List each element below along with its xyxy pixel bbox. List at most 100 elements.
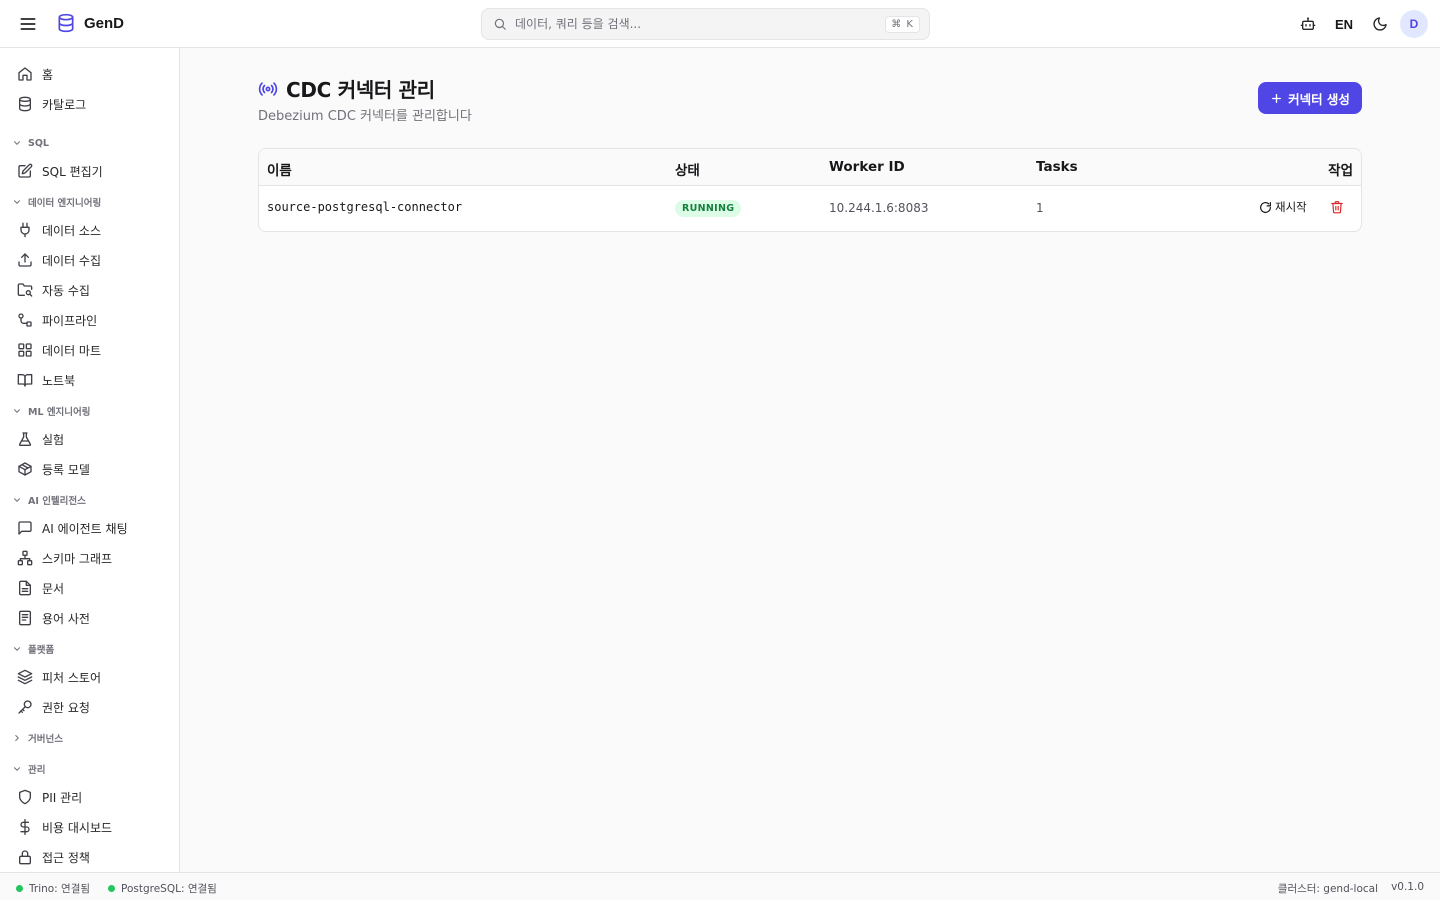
- flask-icon: [18, 432, 32, 446]
- dollar-icon: [20, 819, 30, 835]
- sidebar-item-pii-management[interactable]: PII 관리: [8, 783, 171, 811]
- shield-icon: [19, 789, 31, 805]
- section-title: 거버넌스: [28, 734, 63, 745]
- sidebar-item-label: 피처 스토어: [42, 670, 102, 685]
- key-icon: [18, 700, 32, 714]
- top-header: GenD ⌘ K EN D: [0, 0, 1440, 48]
- user-avatar[interactable]: D: [1400, 10, 1428, 38]
- sidebar-item-label: 비용 대시보드: [42, 820, 113, 835]
- sidebar-item-notebook[interactable]: 노트북: [8, 366, 171, 394]
- bot-icon: [1300, 17, 1316, 30]
- sidebar-item-documents[interactable]: 문서: [8, 574, 171, 602]
- sidebar-item-data-ingestion[interactable]: 데이터 수집: [8, 246, 171, 274]
- file-text-icon: [19, 580, 31, 596]
- network-icon: [17, 550, 33, 566]
- grid-icon: [18, 343, 32, 357]
- layers-icon: [17, 669, 33, 685]
- worker-id: 10.244.1.6:8083: [829, 201, 929, 215]
- sidebar-item-catalog[interactable]: 카탈로그: [8, 90, 171, 118]
- section-ml-engineering[interactable]: ML 엔지니어링: [12, 403, 91, 419]
- sidebar: 홈 카탈로그 SQL SQL 편집기 데이터 엔지니어링 데이터 소스 데이터 …: [0, 48, 180, 872]
- trino-status-label: Trino: 연결됨: [29, 883, 91, 895]
- sidebar-item-auto-ingestion[interactable]: 자동 수집: [8, 276, 171, 304]
- restart-button[interactable]: 재시작: [1259, 199, 1307, 215]
- cluster-label: 클러스터: gend-local: [1277, 883, 1378, 895]
- sidebar-item-label: 스키마 그래프: [42, 551, 113, 566]
- sidebar-item-experiments[interactable]: 실험: [8, 425, 171, 453]
- search-input[interactable]: [515, 17, 886, 31]
- sidebar-item-sql-editor[interactable]: SQL 편집기: [8, 157, 171, 185]
- create-connector-label: 커넥터 생성: [1288, 91, 1350, 107]
- app-logo[interactable]: GenD: [56, 13, 124, 33]
- sidebar-item-label: 문서: [42, 581, 65, 596]
- book-open-icon: [17, 374, 33, 387]
- section-governance[interactable]: 거버넌스: [12, 730, 63, 746]
- hamburger-icon: [20, 18, 36, 30]
- column-header-tasks: Tasks: [1036, 159, 1078, 175]
- sidebar-item-label: 자동 수집: [42, 283, 90, 298]
- page-header: CDC 커넥터 관리: [258, 74, 435, 103]
- sidebar-item-access-policy[interactable]: 접근 정책: [8, 843, 171, 871]
- sidebar-item-label: 데이터 소스: [42, 223, 102, 238]
- section-sql[interactable]: SQL: [12, 135, 49, 151]
- sidebar-item-cost-dashboard[interactable]: 비용 대시보드: [8, 813, 171, 841]
- plug-icon: [20, 222, 30, 238]
- folder-search-icon: [17, 283, 33, 297]
- section-title: 데이터 엔지니어링: [28, 198, 102, 209]
- home-icon: [18, 67, 32, 81]
- sidebar-item-label: 홈: [42, 67, 54, 82]
- ai-assistant-button[interactable]: [1296, 12, 1320, 36]
- postgres-status-label: PostgreSQL: 연결됨: [121, 883, 217, 895]
- refresh-icon: [1260, 201, 1271, 213]
- sidebar-item-registered-models[interactable]: 등록 모델: [8, 455, 171, 483]
- sidebar-item-data-source[interactable]: 데이터 소스: [8, 216, 171, 244]
- moon-icon: [1373, 17, 1387, 31]
- search-icon: [494, 18, 506, 30]
- sidebar-item-label: 데이터 마트: [42, 343, 102, 358]
- sidebar-item-label: 등록 모델: [42, 462, 90, 477]
- sidebar-item-feature-store[interactable]: 피처 스토어: [8, 663, 171, 691]
- create-connector-button[interactable]: 커넥터 생성: [1258, 82, 1362, 114]
- trino-status: Trino: 연결됨: [16, 881, 90, 896]
- table-header: 이름 상태 Worker ID Tasks 작업: [259, 149, 1361, 186]
- tasks-count: 1: [1036, 201, 1044, 215]
- sidebar-item-data-mart[interactable]: 데이터 마트: [8, 336, 171, 364]
- table-row: source-postgresql-connector RUNNING 10.2…: [259, 186, 1361, 231]
- connected-dot: [108, 885, 115, 892]
- section-platform[interactable]: 플랫폼: [12, 641, 54, 657]
- sidebar-item-label: SQL 편집기: [42, 164, 103, 179]
- sidebar-item-access-request[interactable]: 권한 요청: [8, 693, 171, 721]
- plus-icon: [1272, 93, 1282, 103]
- chevron-down-icon: [13, 409, 21, 413]
- sidebar-item-schema-graph[interactable]: 스키마 그래프: [8, 544, 171, 572]
- language-toggle-button[interactable]: EN: [1332, 12, 1356, 36]
- lock-icon: [19, 850, 31, 865]
- dictionary-icon: [19, 610, 31, 626]
- section-title: AI 인텔리전스: [28, 496, 86, 507]
- section-data-engineering[interactable]: 데이터 엔지니어링: [12, 194, 101, 210]
- page-title: CDC 커넥터 관리: [286, 78, 435, 102]
- sidebar-item-home[interactable]: 홈: [8, 60, 171, 88]
- global-search[interactable]: ⌘ K: [481, 8, 930, 40]
- database-logo-icon: [58, 13, 74, 33]
- upload-icon: [18, 253, 32, 267]
- chevron-down-icon: [13, 498, 21, 502]
- pipeline-icon: [18, 313, 32, 327]
- sidebar-item-ai-agent-chat[interactable]: AI 에이전트 채팅: [8, 514, 171, 542]
- app-name: GenD: [84, 14, 125, 32]
- status-bar: Trino: 연결됨 PostgreSQL: 연결됨 클러스터: gend-lo…: [0, 872, 1440, 900]
- sidebar-item-label: 용어 사전: [42, 611, 90, 626]
- section-ai-intelligence[interactable]: AI 인텔리전스: [12, 492, 86, 508]
- sidebar-item-pipeline[interactable]: 파이프라인: [8, 306, 171, 334]
- trash-icon: [1331, 201, 1343, 214]
- sidebar-item-label: 권한 요청: [42, 700, 90, 715]
- box-icon: [18, 462, 32, 476]
- menu-toggle-button[interactable]: [18, 14, 38, 34]
- section-admin[interactable]: 관리: [12, 761, 45, 777]
- delete-button[interactable]: [1330, 200, 1344, 214]
- connected-dot: [16, 885, 23, 892]
- sidebar-item-glossary[interactable]: 용어 사전: [8, 604, 171, 632]
- language-label: EN: [1334, 16, 1354, 32]
- theme-toggle-button[interactable]: [1368, 12, 1392, 36]
- chevron-right-icon: [15, 734, 19, 742]
